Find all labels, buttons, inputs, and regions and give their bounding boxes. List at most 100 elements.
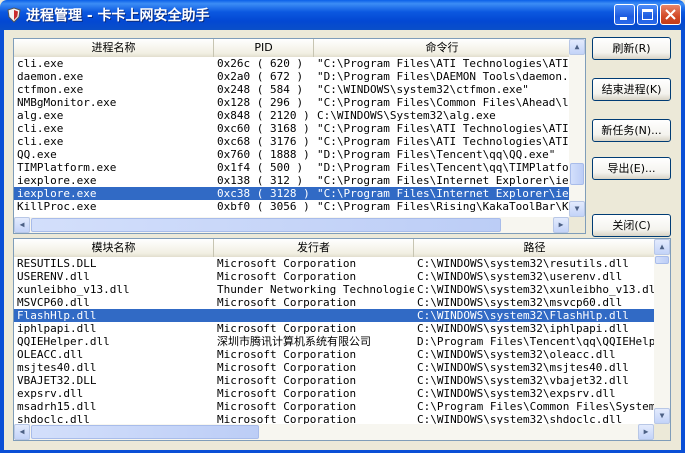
scroll-up-button[interactable]: ▲ bbox=[569, 39, 585, 55]
column-header-pid[interactable]: PID bbox=[214, 39, 314, 57]
scroll-thumb[interactable] bbox=[31, 218, 501, 232]
shield-icon bbox=[7, 7, 21, 23]
module-list-hscroll[interactable]: ◀ ▶ bbox=[14, 424, 654, 440]
arrow-down-icon: ▼ bbox=[659, 411, 665, 420]
column-header-module-name[interactable]: 模块名称 bbox=[14, 239, 214, 257]
table-cell: alg.exe bbox=[17, 109, 64, 122]
process-row[interactable]: KillProc.exe 0xbf0 ( 3056 ) "C:\Program Fi… bbox=[14, 200, 571, 213]
process-row[interactable]: QQ.exe 0x760 ( 1888 ) "D:\Program Files\Te… bbox=[14, 148, 571, 161]
process-row[interactable]: cli.exe 0x26c ( 620 ) "C:\Program Files\AT… bbox=[14, 57, 571, 70]
module-row[interactable]: OLEACC.dll Microsoft Corporation C:\WINDOW… bbox=[14, 348, 656, 361]
table-cell: C:\WINDOWS\system32\resutils.dll bbox=[417, 257, 629, 270]
maximize-icon bbox=[642, 9, 653, 20]
module-list-vscroll[interactable]: ▲ ▼ bbox=[654, 239, 670, 424]
module-row[interactable]: iphlpapi.dll Microsoft Corporation C:\WIND… bbox=[14, 322, 656, 335]
table-cell: daemon.exe bbox=[17, 70, 84, 83]
table-cell: "C:\Program Files\Rising\KakaToolBar\Kil… bbox=[317, 200, 571, 213]
module-row[interactable]: VBAJET32.DLL Microsoft Corporation C:\WIND… bbox=[14, 374, 656, 387]
close-icon bbox=[665, 9, 676, 20]
table-cell: expsrv.dll bbox=[17, 387, 84, 400]
module-rows: RESUTILS.DLL Microsoft Corporation C:\WIND… bbox=[14, 257, 656, 426]
process-row[interactable]: iexplore.exe 0xc38 ( 3128 ) "C:\Program Fi… bbox=[14, 187, 571, 200]
table-cell: FlashHlp.dll bbox=[17, 309, 97, 322]
table-cell: C:\WINDOWS\system32\oleacc.dll bbox=[417, 348, 616, 361]
table-cell: 0x1f4 ( 500 ) bbox=[217, 161, 304, 174]
scroll-thumb[interactable] bbox=[655, 256, 669, 264]
close-button[interactable]: 关闭(C) bbox=[592, 214, 671, 237]
module-row[interactable]: USERENV.dll Microsoft Corporation C:\WINDO… bbox=[14, 270, 656, 283]
table-cell: "C:\Program Files\Internet Explorer\iexp… bbox=[317, 174, 571, 187]
table-cell: iphlpapi.dll bbox=[17, 322, 97, 335]
table-cell: Microsoft Corporation bbox=[217, 348, 357, 361]
table-cell: 0x848 ( 2120 ) bbox=[217, 109, 310, 122]
module-row[interactable]: MSVCP60.dll Microsoft Corporation C:\WINDO… bbox=[14, 296, 656, 309]
table-cell: msjtes40.dll bbox=[17, 361, 97, 374]
scroll-thumb[interactable] bbox=[570, 163, 584, 185]
table-cell: cli.exe bbox=[17, 135, 64, 148]
process-row[interactable]: TIMPlatform.exe 0x1f4 ( 500 ) "D:\Program … bbox=[14, 161, 571, 174]
process-row[interactable]: NMBgMonitor.exe 0x128 ( 296 ) "C:\Program … bbox=[14, 96, 571, 109]
module-row[interactable]: xunleibho_v13.dll Thunder Networking Tech… bbox=[14, 283, 656, 296]
process-list[interactable]: 进程名称 PID 命令行 cli.exe 0x26c ( 620 ) "C:\Pro… bbox=[13, 38, 586, 234]
table-cell: Microsoft Corporation bbox=[217, 361, 357, 374]
module-row[interactable]: msjtes40.dll Microsoft Corporation C:\WIND… bbox=[14, 361, 656, 374]
scroll-up-button[interactable]: ▲ bbox=[654, 239, 670, 255]
module-row[interactable]: FlashHlp.dll C:\WINDOWS\system32\FlashHlp… bbox=[14, 309, 656, 322]
table-cell: "C:\Program Files\ATI Technologies\ATI.A… bbox=[317, 57, 571, 70]
module-row[interactable]: msadrh15.dll Microsoft Corporation C:\Prog… bbox=[14, 400, 656, 413]
table-cell: QQIEHelper.dll bbox=[17, 335, 110, 348]
table-cell: C:\WINDOWS\system32\userenv.dll bbox=[417, 270, 623, 283]
scroll-down-button[interactable]: ▼ bbox=[569, 201, 585, 217]
module-row[interactable]: QQIEHelper.dll 深圳市腾讯计算机系统有限公司 D:\Program F… bbox=[14, 335, 656, 348]
table-cell: QQ.exe bbox=[17, 148, 57, 161]
process-list-vscroll[interactable]: ▲ ▼ bbox=[569, 39, 585, 217]
table-cell: 0xc38 ( 3128 ) bbox=[217, 187, 310, 200]
maximize-button[interactable] bbox=[637, 4, 658, 25]
scroll-right-button[interactable]: ▶ bbox=[638, 424, 654, 440]
scroll-left-button[interactable]: ◀ bbox=[14, 217, 30, 233]
table-cell: C:\WINDOWS\system32\msvcp60.dll bbox=[417, 296, 623, 309]
table-cell: 0x138 ( 312 ) bbox=[217, 174, 304, 187]
table-cell: C:\WINDOWS\system32\msjtes40.dll bbox=[417, 361, 629, 374]
column-header-path[interactable]: 路径 bbox=[414, 239, 656, 257]
export-button[interactable]: 导出(E)... bbox=[592, 157, 671, 180]
process-list-hscroll[interactable]: ◀ ▶ bbox=[14, 217, 569, 233]
module-row[interactable]: RESUTILS.DLL Microsoft Corporation C:\WIND… bbox=[14, 257, 656, 270]
table-cell: VBAJET32.DLL bbox=[17, 374, 97, 387]
column-header-process-name[interactable]: 进程名称 bbox=[14, 39, 214, 57]
table-cell: "C:\Program Files\Internet Explorer\iexp… bbox=[317, 187, 571, 200]
column-header-publisher[interactable]: 发行者 bbox=[214, 239, 414, 257]
title-bar[interactable]: 进程管理 - 卡卡上网安全助手 bbox=[0, 0, 685, 30]
close-window-button[interactable] bbox=[660, 4, 681, 25]
scroll-thumb[interactable] bbox=[31, 425, 259, 439]
column-header-command-line[interactable]: 命令行 bbox=[314, 39, 571, 57]
module-list[interactable]: 模块名称 发行者 路径 RESUTILS.DLL Microsoft Corpor… bbox=[13, 238, 671, 441]
new-task-button[interactable]: 新任务(N)... bbox=[592, 119, 671, 142]
table-cell: OLEACC.dll bbox=[17, 348, 84, 361]
table-cell: Microsoft Corporation bbox=[217, 257, 357, 270]
table-cell: iexplore.exe bbox=[17, 187, 97, 200]
scroll-down-button[interactable]: ▼ bbox=[654, 408, 670, 424]
module-row[interactable]: expsrv.dll Microsoft Corporation C:\WINDOW… bbox=[14, 387, 656, 400]
minimize-button[interactable] bbox=[614, 4, 635, 25]
refresh-button[interactable]: 刷新(R) bbox=[592, 37, 671, 60]
table-cell: C:\WINDOWS\system32\FlashHlp.dll bbox=[417, 309, 629, 322]
process-row[interactable]: daemon.exe 0x2a0 ( 672 ) "D:\Program Files… bbox=[14, 70, 571, 83]
scroll-right-button[interactable]: ▶ bbox=[553, 217, 569, 233]
process-row[interactable]: alg.exe 0x848 ( 2120 ) C:\WINDOWS\System32… bbox=[14, 109, 571, 122]
table-cell: 0x128 ( 296 ) bbox=[217, 96, 304, 109]
table-cell: "D:\Program Files\Tencent\qq\TIMPlatform… bbox=[317, 161, 571, 174]
process-row[interactable]: cli.exe 0xc68 ( 3176 ) "C:\Program Files\A… bbox=[14, 135, 571, 148]
process-row[interactable]: cli.exe 0xc60 ( 3168 ) "C:\Program Files\A… bbox=[14, 122, 571, 135]
table-cell bbox=[214, 309, 414, 322]
table-cell: xunleibho_v13.dll bbox=[17, 283, 130, 296]
table-cell: Microsoft Corporation bbox=[217, 296, 357, 309]
window-title: 进程管理 - 卡卡上网安全助手 bbox=[26, 8, 210, 24]
process-row[interactable]: iexplore.exe 0x138 ( 312 ) "C:\Program Fil… bbox=[14, 174, 571, 187]
process-row[interactable]: ctfmon.exe 0x248 ( 584 ) "C:\WINDOWS\syste… bbox=[14, 83, 571, 96]
scroll-left-button[interactable]: ◀ bbox=[14, 424, 30, 440]
table-cell: RESUTILS.DLL bbox=[17, 257, 97, 270]
table-cell: C:\WINDOWS\system32\expsrv.dll bbox=[417, 387, 616, 400]
table-cell: 0xc60 ( 3168 ) bbox=[217, 122, 310, 135]
end-process-button[interactable]: 结束进程(K) bbox=[592, 78, 671, 101]
